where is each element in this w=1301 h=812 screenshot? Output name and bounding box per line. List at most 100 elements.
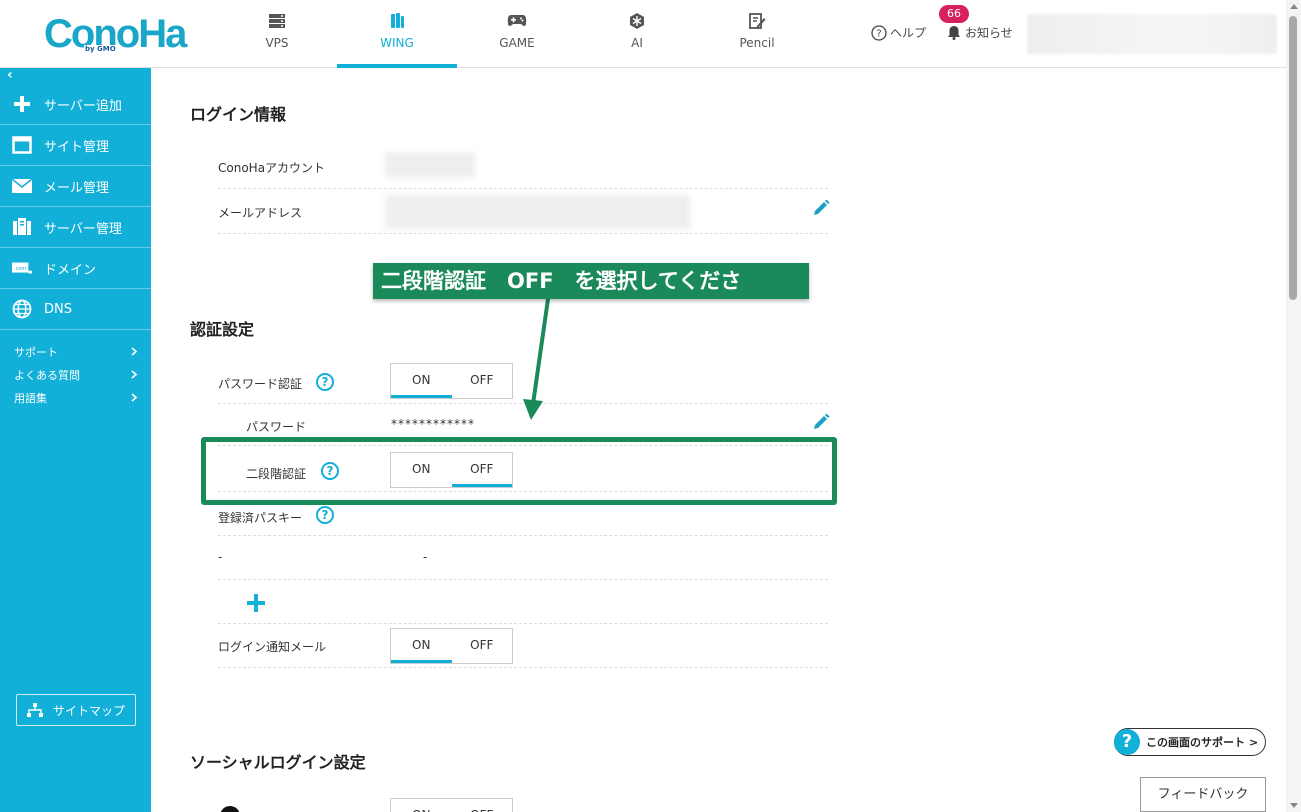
login-notice-toggle: ON OFF [390,628,513,664]
gamepad-icon [507,12,527,30]
email-label: メールアドレス [218,206,303,220]
plus-icon [12,94,32,114]
topnav-wing[interactable]: WING [337,0,457,68]
edit-email-pencil-icon[interactable] [812,199,830,217]
password-auth-row [218,360,828,404]
topnav-pencil-label: Pencil [739,36,775,50]
question-circle-icon: ? [871,24,887,41]
topnav-game-label: GAME [499,36,535,50]
sitemap-icon [26,703,43,717]
scroll-thumb[interactable] [1289,16,1297,300]
passkey-col1-value: - [218,550,223,564]
password-label: パスワード [246,420,307,434]
topnav-game[interactable]: GAME [457,0,577,68]
login-info-title: ログイン情報 [190,105,287,124]
two-factor-highlight-box [201,437,837,505]
notice-link[interactable]: お知らせ [947,24,1013,41]
account-value-redacted [385,152,475,178]
server-icon [267,12,287,30]
page-scrollbar[interactable] [1286,0,1301,812]
sidebar-item-site-management[interactable]: サイト管理 [0,125,151,166]
social-login-title: ソーシャルログイン設定 [190,753,366,772]
chevron-right-icon [131,393,137,402]
bell-icon [948,26,960,40]
sidebar-sub-label: よくある質問 [14,368,80,382]
sidebar-collapse-button[interactable]: ‹ [0,68,151,84]
svg-text:?: ? [876,28,881,39]
question-icon: ? [1114,729,1140,755]
password-auth-label: パスワード認証 [218,377,303,391]
feedback-button[interactable]: フィードバック [1140,777,1266,812]
social-login-on-option[interactable]: ON [391,799,452,812]
mail-icon [12,176,32,196]
help-label: ヘルプ [890,26,927,40]
sidebar-item-add-server[interactable]: サーバー追加 [0,84,151,125]
login-notice-off-option[interactable]: OFF [452,629,513,663]
add-passkey-row [218,580,828,624]
notice-count-badge: 66 [939,5,969,23]
pencil-icon [747,12,767,30]
account-label: ConoHaアカウント [218,161,326,175]
social-login-toggle: ON OFF [390,798,513,812]
password-auth-toggle: ON OFF [390,363,513,399]
notice-label: お知らせ [965,26,1013,40]
screen-support-button[interactable]: ? この画面のサポート > [1114,728,1266,756]
topnav-vps-label: VPS [265,36,289,50]
sidebar-item-server-management[interactable]: サーバー管理 [0,207,151,248]
scroll-up-arrow[interactable] [1290,4,1298,9]
sidebar-sub-label: 用語集 [14,391,47,405]
passkey-label: 登録済パスキー [218,511,303,525]
svg-text:.com: .com [14,266,26,272]
sidebar-item-label: ドメイン [44,262,97,278]
top-nav: VPS WING GAME AI Pencil [217,0,817,68]
sidebar-item-domain[interactable]: .com ドメイン [0,248,151,289]
sidebar-item-label: DNS [44,301,72,317]
login-notice-on-option[interactable]: ON [391,629,452,663]
globe-icon [12,299,32,319]
chevron-right-icon [131,347,137,356]
sitemap-button[interactable]: サイトマップ [16,694,136,726]
passkey-help-icon[interactable]: ? [316,506,334,524]
ai-icon [627,12,647,30]
domain-icon: .com [12,258,32,278]
logo-sub: by GMO [84,45,117,53]
help-link[interactable]: ? ヘルプ [871,24,926,41]
password-auth-on-option[interactable]: ON [391,364,452,398]
login-notice-label: ログイン通知メール [218,640,327,654]
sitemap-label: サイトマップ [52,703,125,718]
sidebar-item-label: サーバー管理 [44,221,122,237]
sidebar-item-dns[interactable]: DNS [0,289,151,330]
social-login-off-option[interactable]: OFF [452,799,513,812]
top-header: ConoHa by GMO VPS WING GAME AI Pencil ? … [0,0,1286,68]
topnav-pencil[interactable]: Pencil [697,0,817,68]
sidebar: ‹ サーバー追加 サイト管理 メール管理 サーバー管理 .com ドメイン DN… [0,68,151,812]
sidebar-link-faq[interactable]: よくある質問 [0,363,151,386]
sidebar-sub-label: サポート [14,345,58,359]
sidebar-item-label: サーバー追加 [44,98,122,114]
user-account-menu[interactable] [1027,14,1277,54]
sidebar-item-label: サイト管理 [44,139,110,155]
add-passkey-plus-icon[interactable] [246,593,266,613]
topnav-ai[interactable]: AI [577,0,697,68]
wing-icon [387,12,407,30]
window-icon [12,135,32,155]
sidebar-sublinks: サポート よくある質問 用語集 [0,330,151,409]
password-masked-value: ************ [391,417,475,431]
screen-support-label: この画面のサポート [1146,736,1245,749]
scroll-down-arrow[interactable] [1290,803,1298,808]
social-provider-icon [220,806,240,812]
password-auth-help-icon[interactable]: ? [316,373,334,391]
edit-password-pencil-icon[interactable] [812,413,830,431]
sidebar-link-support[interactable]: サポート [0,340,151,363]
passkey-list-row [218,536,828,580]
topnav-vps[interactable]: VPS [217,0,337,68]
chevron-right-icon: > [1249,735,1259,749]
password-auth-off-option[interactable]: OFF [452,364,513,398]
passkey-col2-value: - [423,550,428,564]
sidebar-link-glossary[interactable]: 用語集 [0,386,151,409]
email-value-redacted [385,195,690,229]
topnav-wing-label: WING [380,36,414,50]
conoha-logo[interactable]: ConoHa by GMO [44,14,187,56]
sidebar-item-mail-management[interactable]: メール管理 [0,166,151,207]
sidebar-item-label: メール管理 [44,180,110,196]
